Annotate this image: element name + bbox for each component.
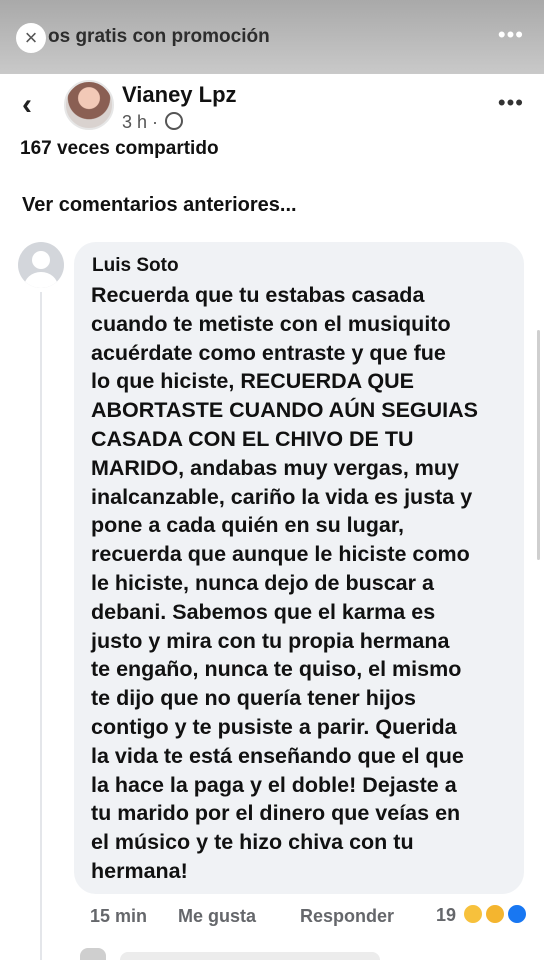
comment-line: te dijo que no quería tener hijos bbox=[91, 686, 416, 711]
post-time[interactable]: 3 h · bbox=[122, 112, 158, 132]
promo-banner[interactable]: × os gratis con promoción ••• bbox=[0, 0, 544, 74]
next-comment-bubble bbox=[120, 952, 380, 960]
comment-line: lo que hiciste, RECUERDA QUE bbox=[91, 369, 414, 394]
avatar-silhouette-head bbox=[32, 251, 50, 269]
comment-text: Recuerda que tu estabas casada cuando te… bbox=[91, 281, 515, 886]
post-header: ‹ Vianey Lpz 3 h · ••• bbox=[0, 74, 544, 146]
next-comment-avatar bbox=[80, 948, 106, 960]
comment-line: debani. Sabemos que el karma es bbox=[91, 599, 436, 624]
comment-line: CASADA CON EL CHIVO DE TU bbox=[91, 426, 414, 451]
author-name[interactable]: Vianey Lpz bbox=[122, 82, 237, 108]
view-previous-comments[interactable]: Ver comentarios anteriores... bbox=[22, 194, 297, 217]
commenter-avatar[interactable] bbox=[18, 242, 64, 288]
comment-line: pone a cada quién en su lugar, bbox=[91, 513, 405, 538]
comment-line: el músico y te hizo chiva con tu bbox=[91, 830, 414, 855]
more-icon[interactable]: ••• bbox=[498, 22, 524, 48]
shares-count[interactable]: 167 veces compartido bbox=[20, 140, 219, 162]
like-button[interactable]: Me gusta bbox=[178, 906, 256, 927]
like-icon bbox=[507, 904, 528, 924]
comment-line: contigo y te pusiste a parir. Querida bbox=[91, 714, 457, 739]
comment-time[interactable]: 15 min bbox=[90, 906, 147, 927]
comment-line: inalcanzable, cariño la vida es justa y bbox=[91, 484, 473, 509]
comment-line: te engaño, nunca te quiso, el mismo bbox=[91, 657, 462, 682]
post-meta: 3 h · bbox=[122, 112, 184, 133]
reaction-summary[interactable]: 19 bbox=[436, 904, 528, 926]
author-avatar[interactable] bbox=[64, 80, 114, 130]
comment-line: justo y mira con tu propia hermana bbox=[91, 628, 450, 653]
commenter-name[interactable]: Luis Soto bbox=[92, 255, 179, 277]
comment-line: tu marido por el dinero que veías en bbox=[91, 801, 461, 826]
comment-line: MARIDO, andabas muy vergas, muy bbox=[91, 455, 459, 480]
globe-icon bbox=[165, 112, 184, 130]
close-icon[interactable]: × bbox=[16, 23, 46, 53]
reaction-count: 19 bbox=[436, 905, 457, 925]
avatar-silhouette-body bbox=[24, 272, 58, 288]
chevron-left-icon[interactable]: ‹ bbox=[22, 88, 32, 122]
wow-icon bbox=[463, 904, 484, 924]
comment-line: ABORTASTE CUANDO AÚN SEGUIAS bbox=[91, 398, 479, 423]
comment-line: acuérdate como entraste y que fue bbox=[91, 340, 446, 365]
comment-line: recuerda que aunque le hiciste como bbox=[91, 542, 470, 567]
thread-line bbox=[40, 292, 42, 960]
comment-line: Recuerda que tu estabas casada bbox=[91, 283, 425, 307]
comment-line: le hiciste, nunca dejo de buscar a bbox=[91, 570, 434, 595]
comment-line: cuando te metiste con el musiquito bbox=[91, 311, 451, 336]
comment-line: la hace la paga y el doble! Dejaste a bbox=[91, 772, 457, 797]
comment-line: la vida te está enseñando que el que bbox=[91, 743, 464, 768]
more-icon[interactable]: ••• bbox=[498, 90, 524, 116]
haha-icon bbox=[485, 904, 506, 924]
scrollbar[interactable] bbox=[537, 330, 540, 560]
promo-text: os gratis con promoción bbox=[48, 26, 270, 47]
reply-button[interactable]: Responder bbox=[300, 906, 394, 927]
comment-line: hermana! bbox=[91, 858, 188, 883]
